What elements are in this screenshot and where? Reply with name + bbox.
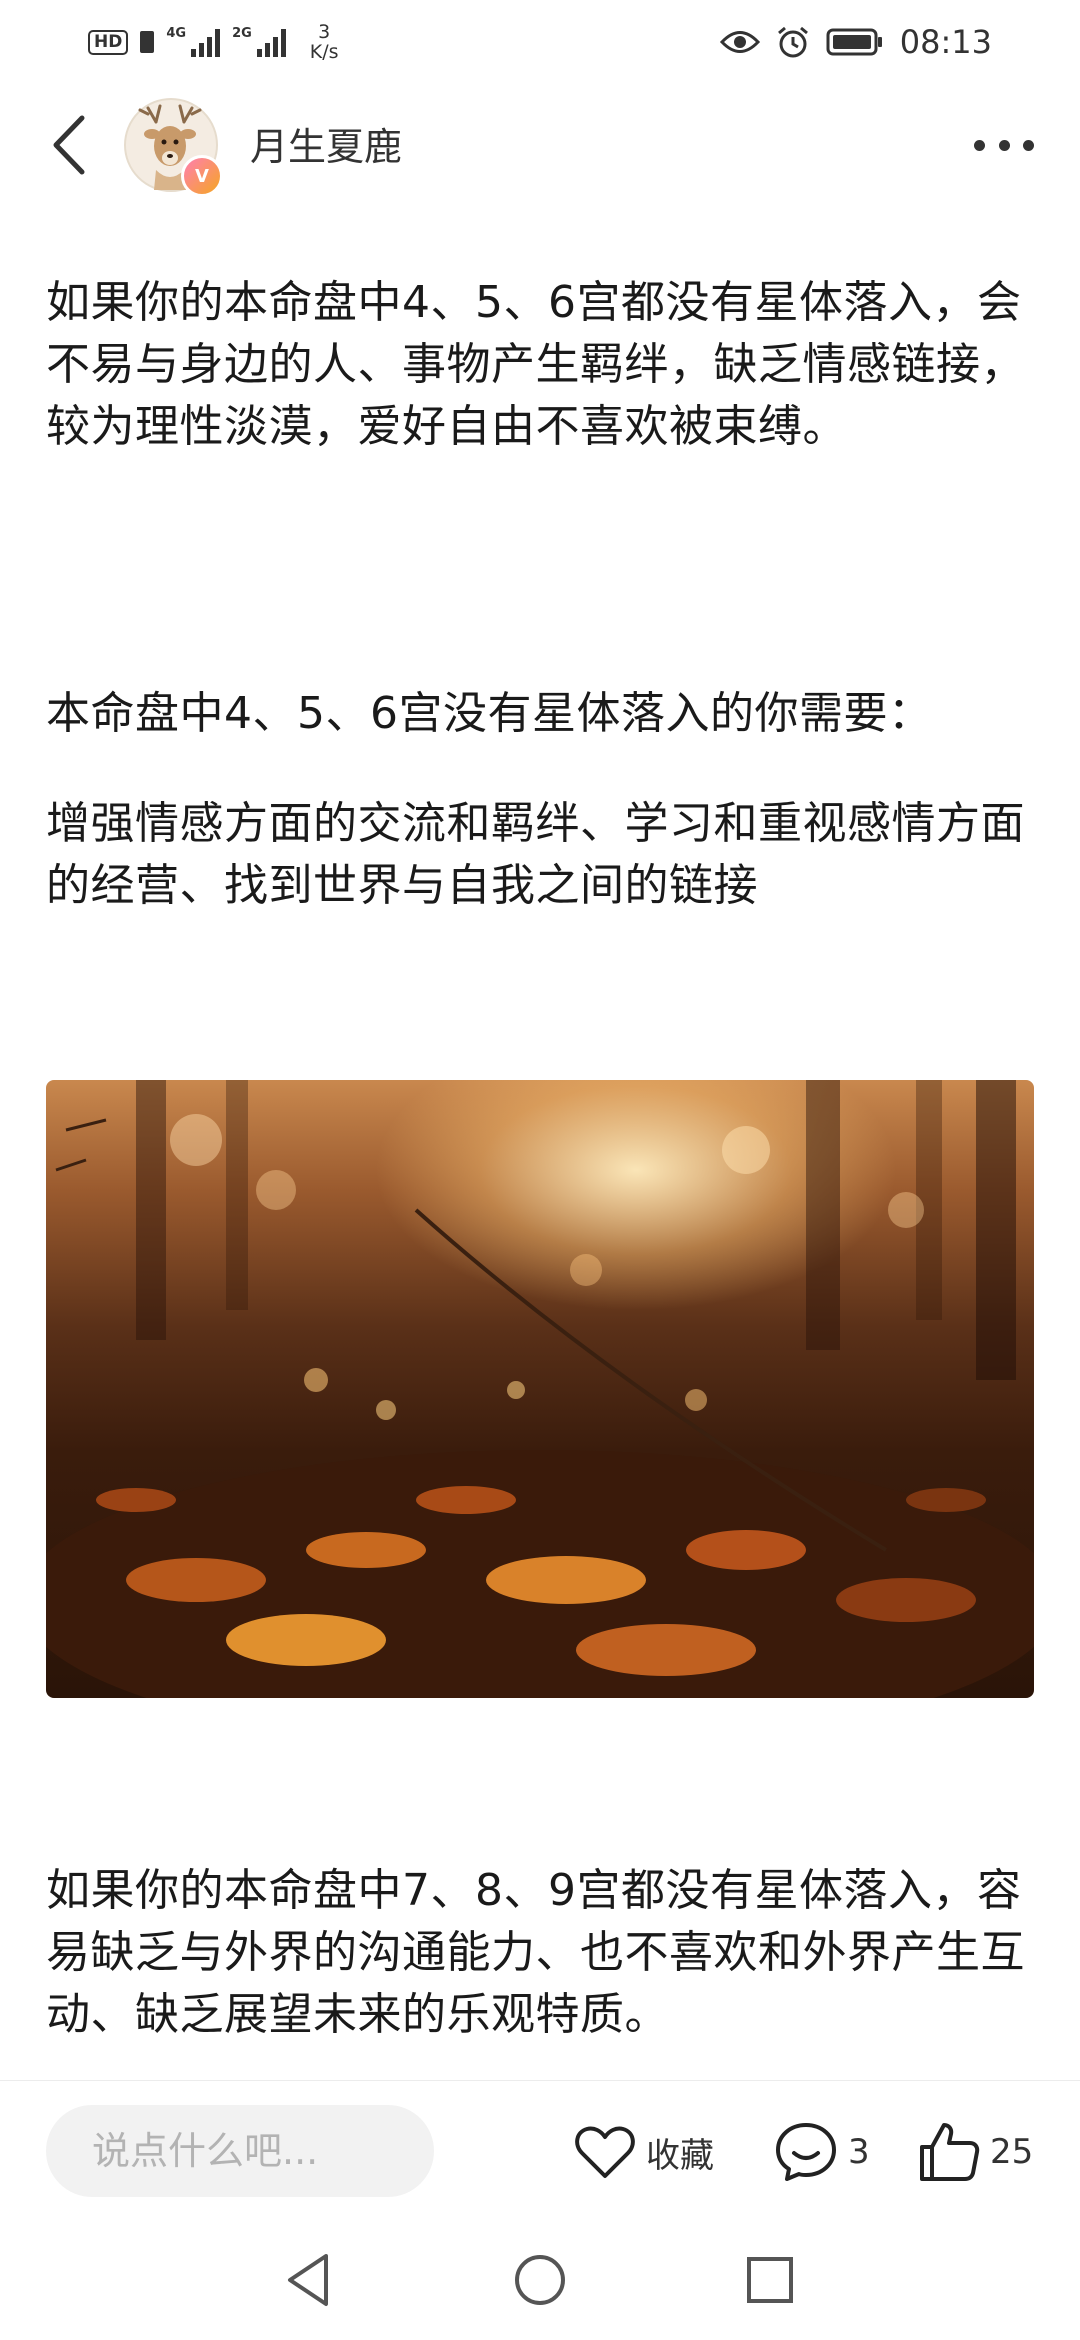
article-paragraph-3: 增强情感方面的交流和羁绊、学习和重视感情方面的经营、找到世界与自我之间的链接 bbox=[46, 798, 1025, 911]
speech-bubble-smile-icon bbox=[776, 2123, 836, 2181]
alarm-icon bbox=[777, 26, 808, 58]
battery-icon bbox=[826, 28, 882, 56]
network-speed-unit: K/s bbox=[309, 41, 339, 63]
nav-recents-icon[interactable] bbox=[740, 2250, 800, 2310]
status-left: HD 4G 2G 3 K/s bbox=[88, 18, 339, 66]
favorite-label: 收藏 bbox=[646, 2135, 714, 2176]
article-photo-autumn-leaves[interactable] bbox=[46, 1080, 1034, 1698]
article-paragraph-1: 如果你的本命盘中4、5、6宫都没有星体落入，会不易与身边的人、事物产生羁绊，缺乏… bbox=[46, 277, 1025, 452]
chevron-left-icon[interactable] bbox=[46, 112, 96, 178]
status-right: 08:13 bbox=[719, 18, 992, 66]
like-count: 25 bbox=[990, 2132, 1034, 2172]
status-bar: HD 4G 2G 3 K/s 08:13 bbox=[0, 0, 1080, 80]
eye-icon bbox=[719, 31, 760, 53]
sim-card-icon bbox=[140, 31, 155, 53]
comment-button[interactable]: 3 bbox=[774, 2119, 870, 2185]
heart-outline-icon bbox=[575, 2126, 635, 2178]
thumbs-up-icon bbox=[920, 2123, 980, 2181]
favorite-button[interactable]: 收藏 bbox=[574, 2119, 714, 2185]
nav-home-icon[interactable] bbox=[510, 2250, 570, 2310]
verified-badge-label: V bbox=[195, 165, 209, 187]
verified-badge-icon: V bbox=[181, 155, 223, 197]
comment-count: 3 bbox=[848, 2132, 870, 2172]
comment-input[interactable] bbox=[46, 2105, 434, 2197]
network-type-1: 4G bbox=[166, 26, 187, 41]
like-button[interactable]: 25 bbox=[918, 2119, 1033, 2185]
clock: 08:13 bbox=[899, 23, 992, 61]
network-type-2: 2G bbox=[232, 26, 252, 41]
article-paragraph-2: 本命盘中4、5、6宫没有星体落入的你需要： bbox=[46, 688, 933, 739]
system-navigation-bar bbox=[0, 2220, 1080, 2340]
bottom-action-bar: 收藏 3 25 bbox=[0, 2080, 1080, 2220]
network-speed: 3 K/s bbox=[310, 22, 339, 62]
signal-strength-icon-2: 2G bbox=[232, 27, 286, 57]
hd-voice-badge: HD bbox=[88, 29, 129, 55]
nav-back-icon[interactable] bbox=[280, 2250, 340, 2310]
author-name[interactable]: 月生夏鹿 bbox=[250, 116, 402, 171]
signal-strength-icon-1: 4G bbox=[166, 26, 221, 57]
post-header: V 月生夏鹿 bbox=[0, 80, 1080, 210]
article-paragraph-4: 如果你的本命盘中7、8、9宫都没有星体落入，容易缺乏与外界的沟通能力、也不喜欢和… bbox=[46, 1865, 1025, 2040]
network-speed-value: 3 bbox=[318, 21, 331, 43]
photo-illustration bbox=[46, 1080, 1034, 1698]
more-dots-icon[interactable] bbox=[974, 120, 1034, 170]
